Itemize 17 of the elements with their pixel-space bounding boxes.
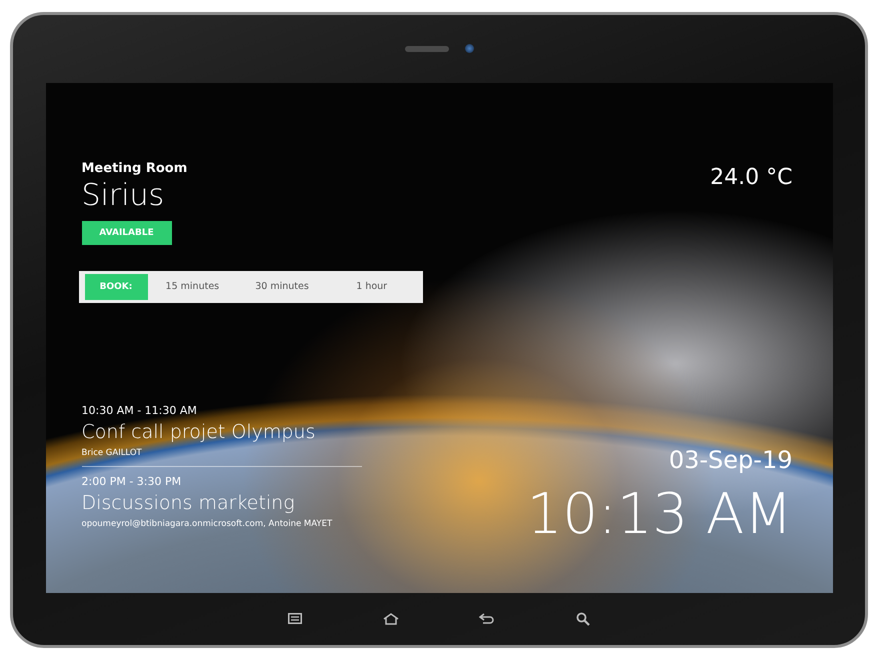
status-badge: AVAILABLE bbox=[82, 220, 172, 244]
room-name: Sirius bbox=[82, 178, 164, 212]
meeting-attendees: Brice GAILLOT bbox=[82, 448, 142, 458]
temperature: 24.0 °C bbox=[710, 164, 792, 190]
book-label: BOOK: bbox=[84, 274, 148, 300]
speaker-grille bbox=[404, 46, 448, 52]
meeting-time: 2:00 PM - 3:30 PM bbox=[82, 474, 182, 488]
meeting-title: Discussions marketing bbox=[82, 492, 295, 514]
meeting-title: Conf call projet Olympus bbox=[82, 420, 316, 442]
room-label: Meeting Room bbox=[82, 160, 188, 176]
camera-lens bbox=[464, 44, 474, 53]
duration-option[interactable]: 15 minutes bbox=[148, 277, 238, 296]
duration-option[interactable]: 1 hour bbox=[326, 277, 417, 296]
meeting-time: 10:30 AM - 11:30 AM bbox=[82, 404, 197, 416]
meeting-attendees: opoumeyrol@btibniagara.onmicrosoft.com, Antoine MAYET bbox=[82, 518, 332, 528]
duration-option[interactable]: 30 minutes bbox=[237, 277, 327, 296]
clock-time: 10:13 AM bbox=[526, 482, 792, 546]
